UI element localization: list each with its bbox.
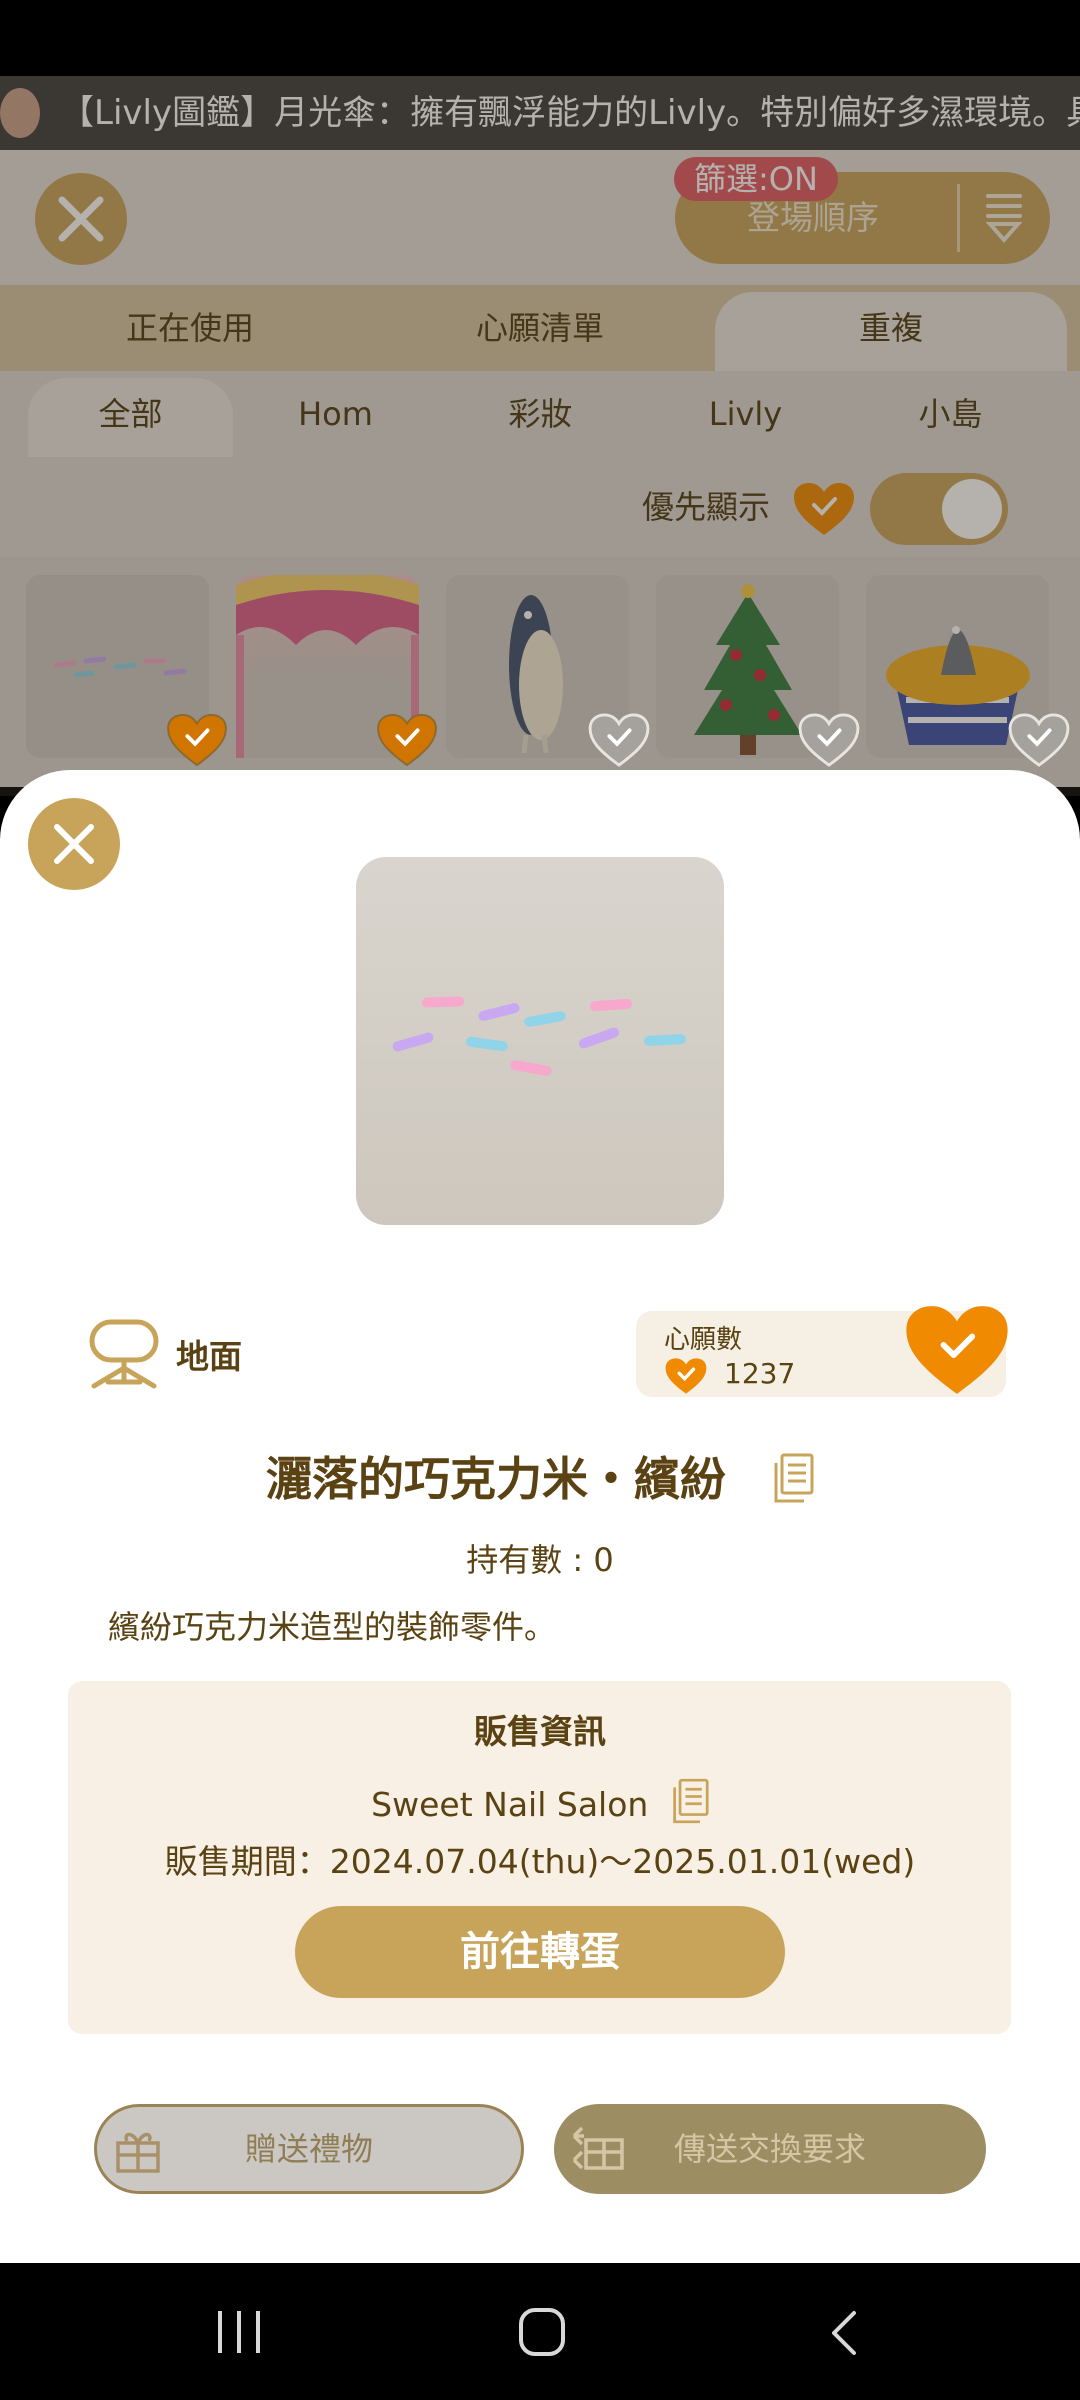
grid-wish-heart-outline-icon — [588, 713, 650, 767]
send-gift-label: 贈送禮物 — [244, 2130, 373, 2168]
add-to-wishlist-heart-icon[interactable] — [903, 1302, 1011, 1398]
system-nav-bar — [0, 2263, 1080, 2400]
grid-wish-heart-outline-icon — [1008, 713, 1070, 767]
sale-source-name: Sweet Nail Salon — [371, 1785, 649, 1824]
item-name-row: 灑落的巧克力米・繽紛 — [0, 1443, 1080, 1509]
close-detail-button[interactable] — [28, 798, 120, 890]
recent-apps-icon[interactable] — [214, 2309, 264, 2355]
sale-period: 販售期間：2024.07.04(thu)～2025.01.01(wed) — [164, 1842, 916, 1881]
grid-wish-heart-icon — [167, 713, 227, 767]
grid-wish-heart-outline-icon — [798, 713, 860, 767]
sale-source-row: Sweet Nail Salon — [0, 1770, 1080, 1824]
item-name: 灑落的巧克力米・繽紛 — [265, 1452, 726, 1506]
close-icon — [54, 824, 94, 864]
item-preview-image — [356, 857, 724, 1225]
copy-name-icon[interactable] — [772, 1453, 814, 1503]
dim-overlay — [0, 76, 1080, 796]
category-label: 地面 — [176, 1337, 242, 1376]
home-icon[interactable] — [518, 2307, 566, 2357]
item-description: 繽紛巧克力米造型的裝飾零件。 — [108, 1608, 557, 1646]
grid-wish-heart-icon — [377, 713, 437, 767]
wish-heart-small-icon — [665, 1358, 707, 1394]
owned-count: 持有數 : 0 — [466, 1541, 614, 1579]
copy-source-icon[interactable] — [671, 1778, 709, 1824]
wish-count-label: 心願數 — [664, 1325, 743, 1355]
send-trade-request-button[interactable]: 傳送交換要求 — [554, 2104, 986, 2194]
sale-info-title: 販售資訊 — [474, 1712, 606, 1751]
send-gift-button[interactable]: 贈送禮物 — [94, 2104, 524, 2194]
back-icon[interactable] — [824, 2309, 864, 2357]
go-to-gacha-button[interactable]: 前往轉蛋 — [295, 1906, 785, 1998]
send-trade-label: 傳送交換要求 — [673, 2130, 866, 2168]
wish-count-value: 1237 — [724, 1357, 796, 1390]
floor-category-icon — [89, 1319, 159, 1389]
